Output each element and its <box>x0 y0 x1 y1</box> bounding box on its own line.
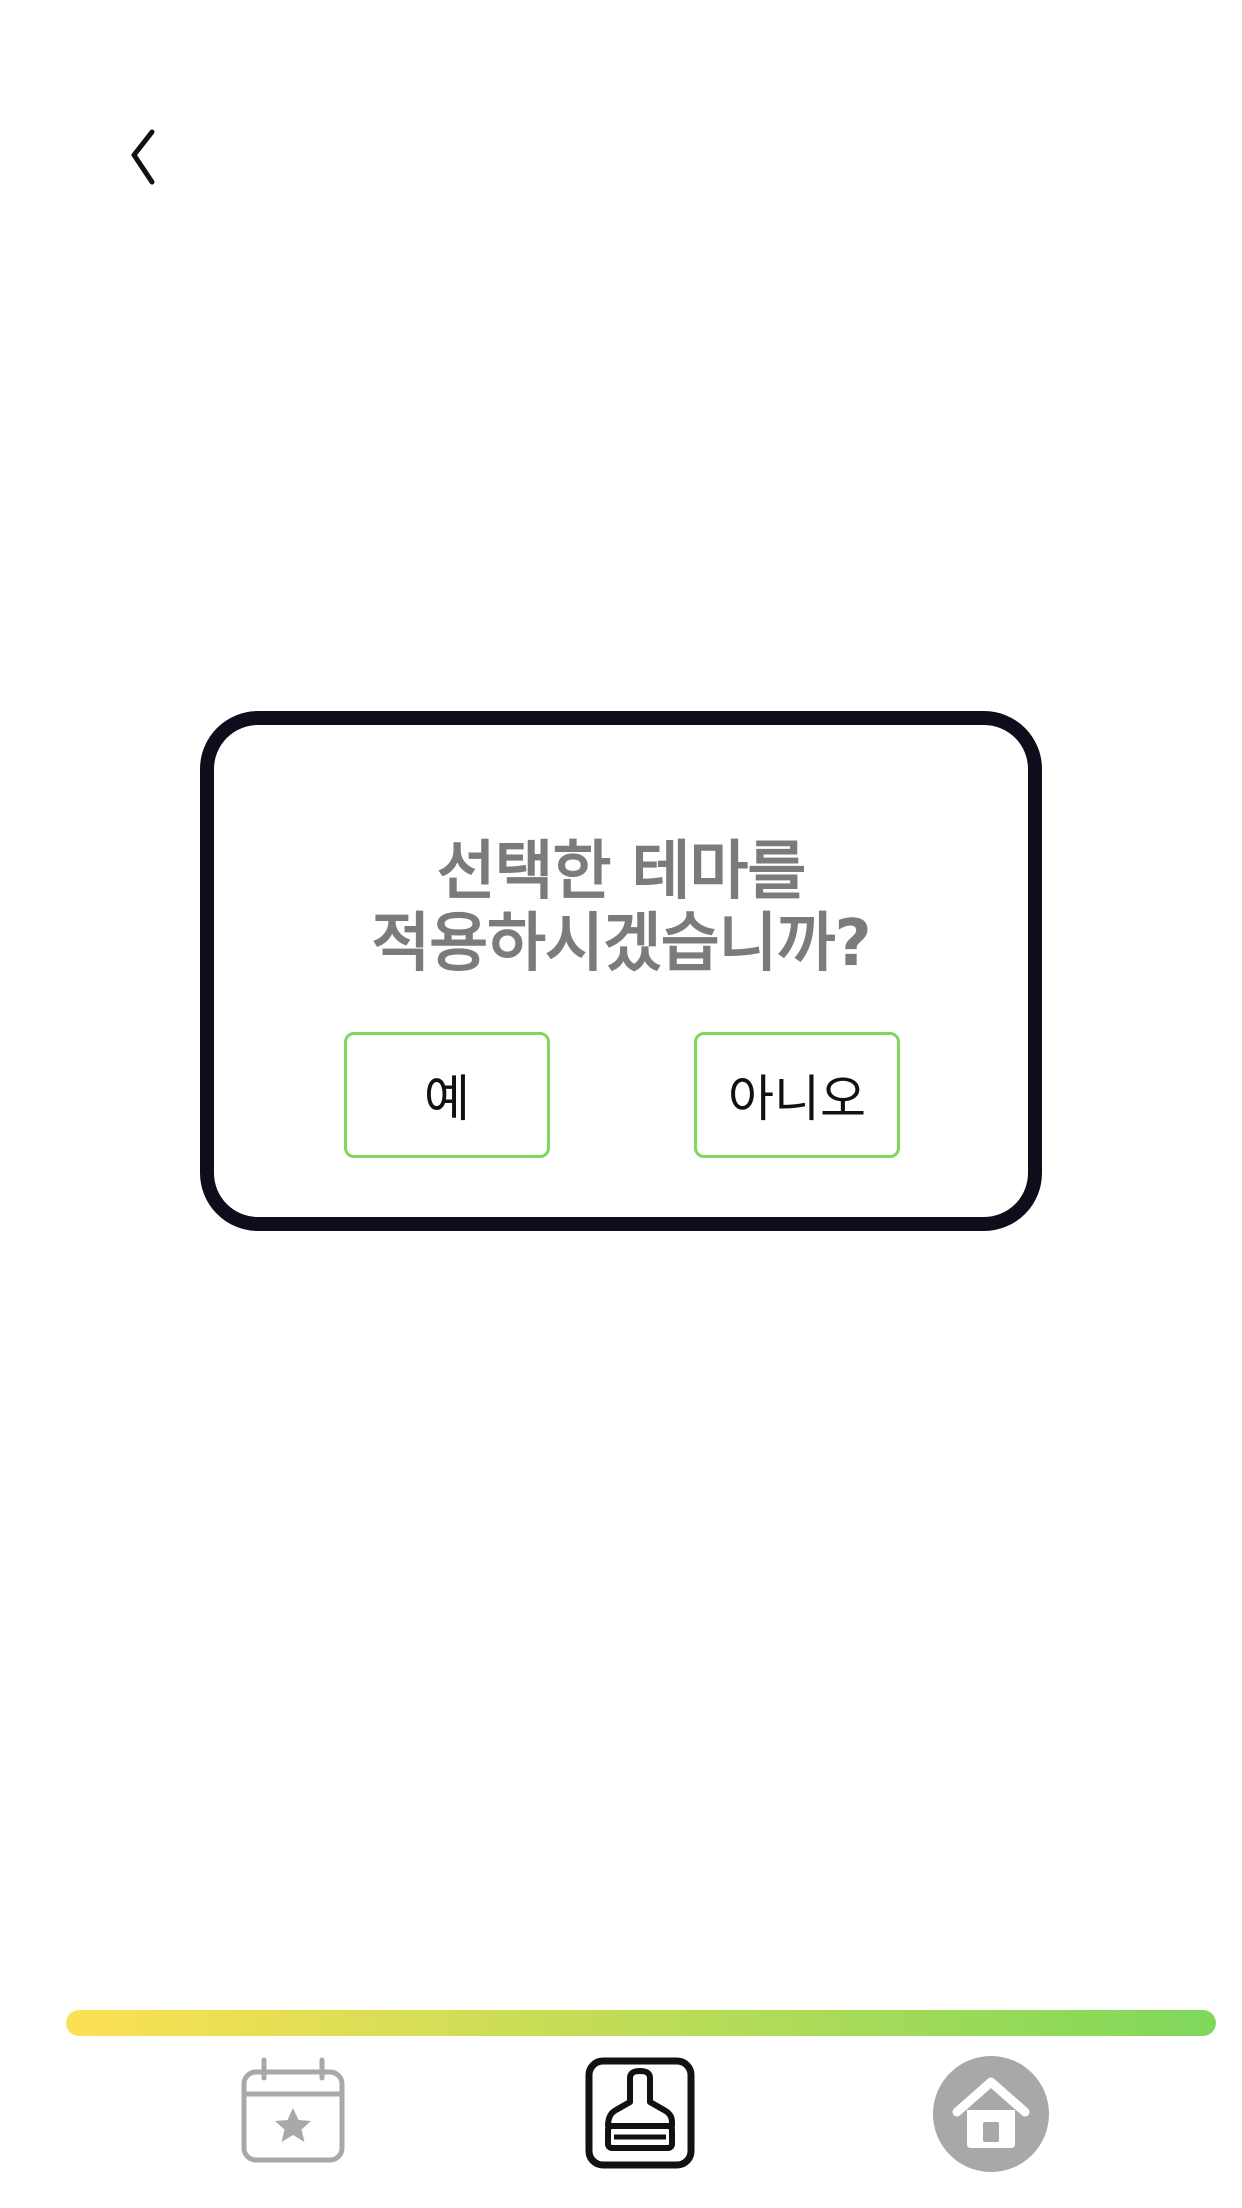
calendar-star-icon <box>241 2057 345 2163</box>
confirm-dialog: 선택한 테마를 적용하시겠습니까? 예 아니오 <box>200 711 1042 1231</box>
tab-theme[interactable] <box>584 2056 696 2170</box>
no-button[interactable]: 아니오 <box>694 1032 900 1158</box>
dialog-message: 선택한 테마를 적용하시겠습니까? <box>214 836 1028 980</box>
dialog-message-line1: 선택한 테마를 <box>436 835 807 909</box>
home-icon <box>933 2056 1049 2172</box>
tab-home[interactable] <box>933 2056 1049 2172</box>
yes-button[interactable]: 예 <box>344 1032 550 1158</box>
dialog-message-line2: 적용하시겠습니까? <box>371 907 871 981</box>
tab-calendar[interactable] <box>238 2056 348 2166</box>
chevron-left-icon <box>131 129 155 185</box>
back-button[interactable] <box>118 120 168 190</box>
gradient-progress-bar <box>66 2010 1216 2036</box>
paint-brush-icon <box>585 2057 695 2169</box>
theme-apply-screen: 선택한 테마를 적용하시겠습니까? 예 아니오 <box>0 0 1242 2208</box>
